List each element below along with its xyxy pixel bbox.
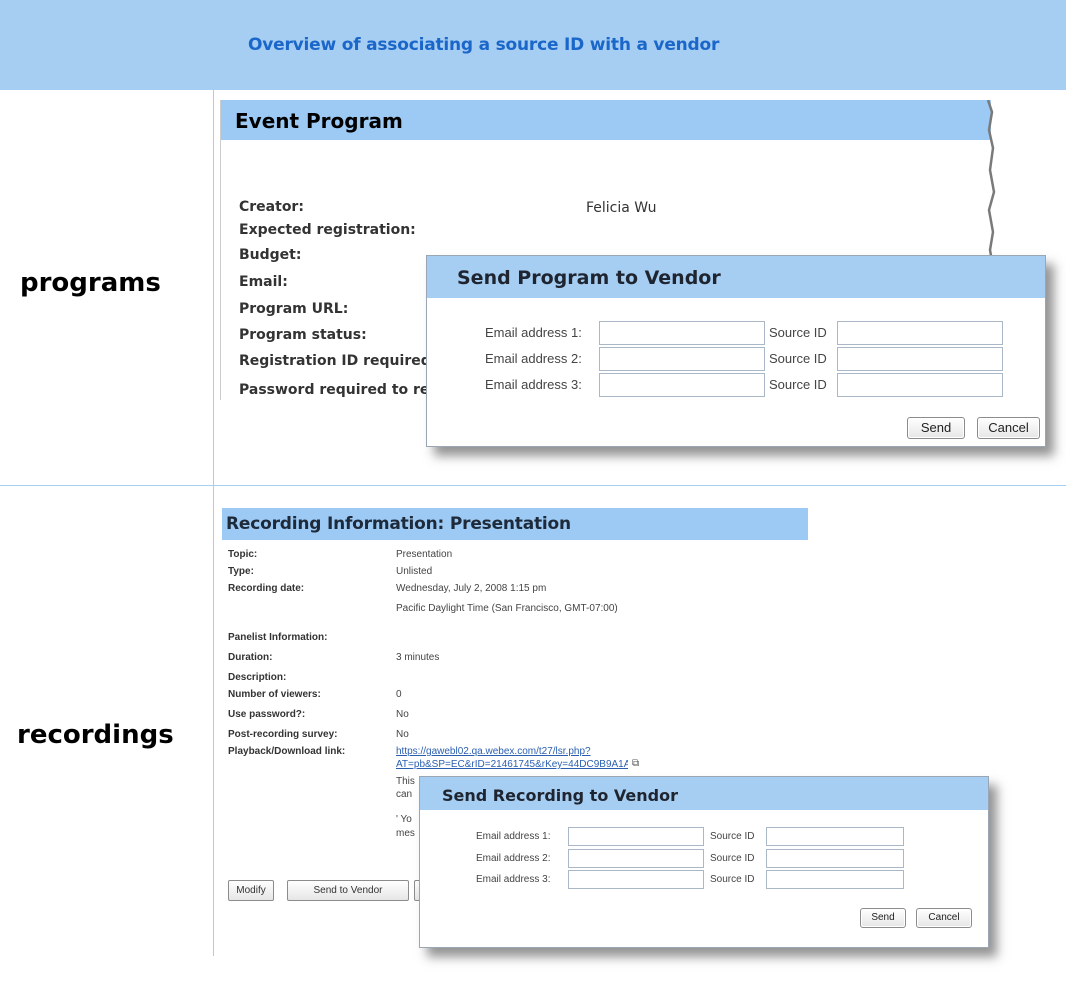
row-label-recordings: recordings <box>17 720 174 750</box>
rec-source-id-label-2: Source ID <box>710 853 755 864</box>
recording-info-title-bar: Recording Information: Presentation <box>222 508 808 540</box>
field-label-registration-id: Registration ID required: <box>239 353 437 369</box>
rec-label-description: Description: <box>228 672 287 683</box>
email-input-3[interactable] <box>599 373 765 397</box>
rec-value-duration: 3 minutes <box>396 652 440 663</box>
rec-source-id-input-3[interactable] <box>766 870 904 889</box>
source-id-label-1: Source ID <box>769 325 827 340</box>
rec-email-input-1[interactable] <box>568 827 704 846</box>
rec-label-use-password: Use password?: <box>228 709 306 720</box>
field-label-email: Email: <box>239 274 288 290</box>
rec-label-duration: Duration: <box>228 652 273 663</box>
field-label-program-url: Program URL: <box>239 301 349 317</box>
note-fragment-4: mes <box>396 828 415 839</box>
rec-label-type: Type: <box>228 566 254 577</box>
source-id-label-2: Source ID <box>769 351 827 366</box>
note-fragment-1: This <box>396 776 415 787</box>
field-value-creator: Felicia Wu <box>586 200 657 216</box>
rec-label-playback-link: Playback/Download link: <box>228 746 346 757</box>
email-input-1[interactable] <box>599 321 765 345</box>
cancel-button[interactable]: Cancel <box>977 417 1040 439</box>
send-program-dialog: Send Program to Vendor Email address 1: … <box>426 255 1046 447</box>
rec-label-topic: Topic: <box>228 549 258 560</box>
event-program-title-bar: Event Program <box>221 100 991 140</box>
rec-cancel-button[interactable]: Cancel <box>916 908 972 928</box>
rec-value-recording-date: Wednesday, July 2, 2008 1:15 pm <box>396 583 547 594</box>
send-recording-dialog-title: Send Recording to Vendor <box>442 786 678 805</box>
rec-value-use-password: No <box>396 709 409 720</box>
note-fragment-3: ' Yo <box>396 814 412 825</box>
send-recording-dialog-title-bar: Send Recording to Vendor <box>420 777 988 810</box>
send-recording-dialog: Send Recording to Vendor Email address 1… <box>419 776 989 948</box>
rec-value-timezone: Pacific Daylight Time (San Francisco, GM… <box>396 603 618 614</box>
rec-label-recording-date: Recording date: <box>228 583 305 594</box>
source-id-input-3[interactable] <box>837 373 1003 397</box>
row-divider <box>0 485 1066 486</box>
column-divider-top <box>213 90 214 485</box>
email-label-1: Email address 1: <box>485 325 582 340</box>
rec-email-label-2: Email address 2: <box>476 853 551 864</box>
field-label-creator: Creator: <box>239 199 304 215</box>
rec-label-panelist: Panelist Information: <box>228 632 328 643</box>
copy-icon[interactable]: ⧉ <box>632 758 639 769</box>
rec-source-id-input-2[interactable] <box>766 849 904 868</box>
rec-value-type: Unlisted <box>396 566 433 577</box>
table-header: Overview of associating a source ID with… <box>0 0 1066 90</box>
rec-send-button[interactable]: Send <box>860 908 906 928</box>
source-id-input-1[interactable] <box>837 321 1003 345</box>
playback-link[interactable]: https://gawebl02.qa.webex.com/t27/lsr.ph… <box>396 746 591 757</box>
modify-button[interactable]: Modify <box>228 880 274 901</box>
rec-label-viewers: Number of viewers: <box>228 689 321 700</box>
send-program-dialog-title-bar: Send Program to Vendor <box>427 256 1045 298</box>
rec-source-id-input-1[interactable] <box>766 827 904 846</box>
rec-source-id-label-3: Source ID <box>710 874 755 885</box>
send-button[interactable]: Send <box>907 417 965 439</box>
source-id-label-3: Source ID <box>769 377 827 392</box>
playback-link-continued[interactable]: AT=pb&SP=EC&rID=21461745&rKey=44DC9B9A1A… <box>396 759 628 770</box>
email-label-3: Email address 3: <box>485 377 582 392</box>
table-title: Overview of associating a source ID with… <box>248 35 720 55</box>
rec-value-topic: Presentation <box>396 549 453 560</box>
field-label-budget: Budget: <box>239 247 302 263</box>
rec-label-survey: Post-recording survey: <box>228 729 338 740</box>
rec-source-id-label-1: Source ID <box>710 831 755 842</box>
torn-field-label: Password required to regist <box>239 382 442 398</box>
send-program-dialog-title: Send Program to Vendor <box>457 267 721 289</box>
note-fragment-2: can <box>396 789 413 800</box>
field-label-program-status: Program status: <box>239 327 367 343</box>
rec-value-survey: No <box>396 729 409 740</box>
row-label-programs: programs <box>20 268 161 298</box>
email-label-2: Email address 2: <box>485 351 582 366</box>
field-label-expected-registration: Expected registration: <box>239 222 416 238</box>
source-id-input-2[interactable] <box>837 347 1003 371</box>
recording-info-title: Recording Information: Presentation <box>226 514 571 534</box>
column-divider-bottom <box>213 486 214 956</box>
send-to-vendor-button[interactable]: Send to Vendor <box>287 880 409 901</box>
rec-email-input-2[interactable] <box>568 849 704 868</box>
event-program-title: Event Program <box>235 109 403 133</box>
email-input-2[interactable] <box>599 347 765 371</box>
rec-email-input-3[interactable] <box>568 870 704 889</box>
rec-email-label-3: Email address 3: <box>476 874 551 885</box>
rec-value-viewers: 0 <box>396 689 402 700</box>
rec-email-label-1: Email address 1: <box>476 831 551 842</box>
